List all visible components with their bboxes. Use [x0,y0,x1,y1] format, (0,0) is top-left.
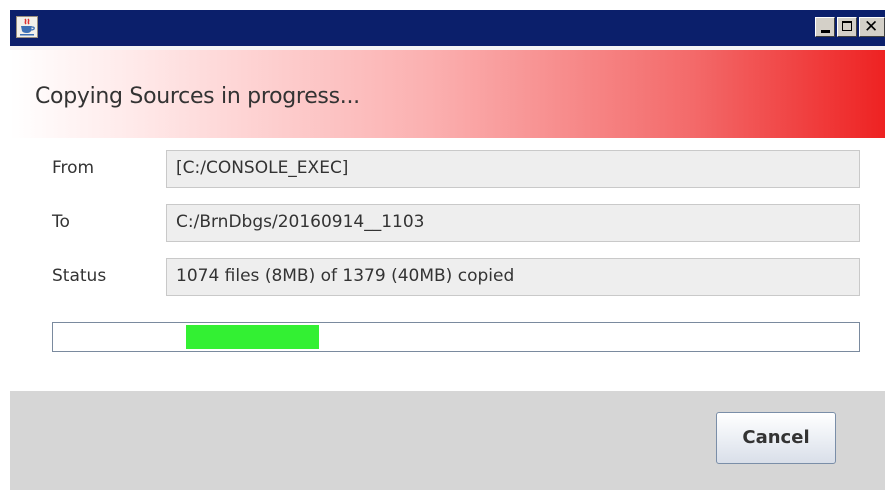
to-label: To [52,212,70,232]
cancel-button[interactable]: Cancel [716,412,836,464]
dialog-title: Copying Sources in progress... [35,84,360,109]
dialog-header: Copying Sources in progress... [10,50,885,138]
status-label: Status [52,266,107,286]
progress-bar [52,322,860,352]
to-field[interactable]: C:/BrnDbgs/20160914__1103 [166,204,860,242]
progress-dialog: ✕ Copying Sources in progress... From [C… [10,10,885,490]
maximize-button[interactable] [837,17,857,37]
minimize-button[interactable] [815,17,835,37]
minimize-icon [821,30,830,33]
close-button[interactable]: ✕ [859,17,885,37]
close-icon: ✕ [864,17,879,37]
progress-fill [186,325,319,349]
title-bar[interactable]: ✕ [10,10,885,46]
from-label: From [52,158,95,178]
from-field[interactable]: [C:/CONSOLE_EXEC] [166,150,860,188]
java-coffee-cup-icon[interactable] [16,16,38,38]
status-field[interactable]: 1074 files (8MB) of 1379 (40MB) copied [166,258,860,296]
maximize-icon [842,21,852,31]
